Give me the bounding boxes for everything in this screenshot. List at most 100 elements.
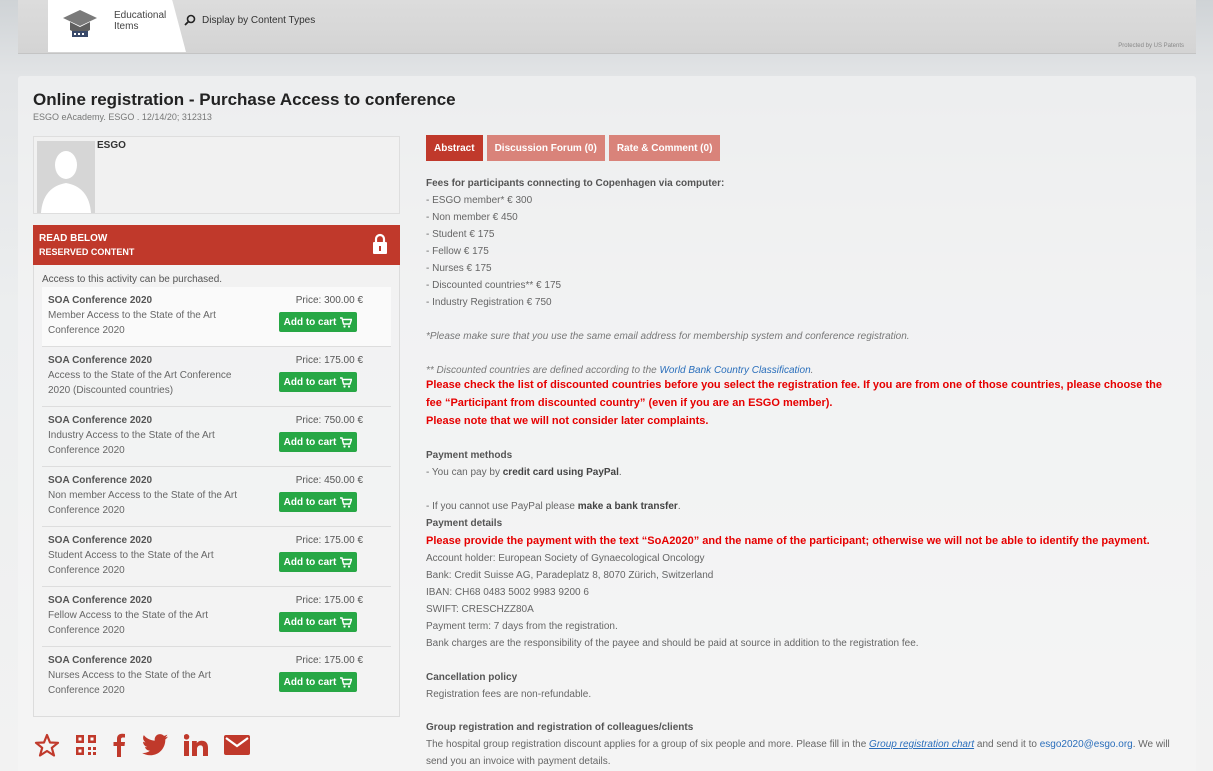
offer-description: Member Access to the State of the Art Co… <box>48 310 216 336</box>
educational-items-tab[interactable]: Educational Items <box>48 0 186 52</box>
offer-item: SOA Conference 2020 Non member Access to… <box>42 467 391 527</box>
add-to-cart-button[interactable]: Add to cart <box>279 672 357 692</box>
paypal-line: - You can pay by credit card using PayPa… <box>426 467 622 478</box>
discount-note: ** Discounted countries are defined acco… <box>426 365 813 376</box>
paypal-bold: credit card using PayPal <box>502 467 619 478</box>
bank-suffix: . <box>677 501 681 512</box>
bank-transfer-line: - If you cannot use PayPal please make a… <box>426 501 681 512</box>
offer-price: Price: 175.00 € <box>295 655 363 666</box>
reserved-content-label: RESERVED CONTENT <box>39 247 135 257</box>
add-to-cart-button[interactable]: Add to cart <box>279 492 357 512</box>
offer-price: Price: 175.00 € <box>295 595 363 606</box>
offer-title: SOA Conference 2020 <box>48 415 153 426</box>
offer-price: Price: 175.00 € <box>295 355 363 366</box>
cart-icon <box>340 616 353 628</box>
offer-title: SOA Conference 2020 <box>48 295 153 306</box>
cart-icon <box>340 556 353 568</box>
bank-address: Bank: Credit Suisse AG, Paradeplatz 8, 8… <box>426 570 714 581</box>
facebook-icon[interactable] <box>112 733 126 757</box>
fee-line: - Non member € 450 <box>426 212 518 223</box>
add-to-cart-label: Add to cart <box>283 676 337 688</box>
purchase-panel: Access to this activity can be purchased… <box>33 265 400 717</box>
top-nav-bar: Educational Items Display by Content Typ… <box>18 0 1196 54</box>
fee-line: - Nurses € 175 <box>426 263 492 274</box>
group-prefix: The hospital group registration discount… <box>426 739 870 750</box>
search-icon <box>184 14 196 26</box>
world-bank-link[interactable]: World Bank Country Classification <box>659 365 810 376</box>
warning-line-3: Please note that we will not consider la… <box>426 415 709 427</box>
offer-description: Nurses Access to the State of the Art Co… <box>48 670 211 696</box>
protected-note: Protected by US Patents <box>1118 43 1184 49</box>
swift: SWIFT: CRESCHZZ80A <box>426 604 534 615</box>
bank-charges: Bank charges are the responsibility of t… <box>426 638 919 649</box>
email-icon[interactable] <box>224 735 250 755</box>
group-heading: Group registration and registration of c… <box>426 722 694 733</box>
discount-note-prefix: ** Discounted countries are defined acco… <box>426 365 660 376</box>
offer-description: Student Access to the State of the Art C… <box>48 550 214 576</box>
offer-description: Fellow Access to the State of the Art Co… <box>48 610 209 636</box>
qr-code-icon[interactable] <box>76 735 96 755</box>
add-to-cart-label: Add to cart <box>283 376 337 388</box>
fee-line: - Student € 175 <box>426 229 495 240</box>
offer-price: Price: 300.00 € <box>295 295 363 306</box>
educational-items-label: Educational Items <box>114 10 167 32</box>
display-label: Display by Content Types <box>202 14 316 26</box>
email-note: *Please make sure that you use the same … <box>426 331 910 342</box>
fee-line: - Industry Registration € 750 <box>426 297 552 308</box>
add-to-cart-label: Add to cart <box>283 436 337 448</box>
fee-line: - Fellow € 175 <box>426 246 489 257</box>
add-to-cart-button[interactable]: Add to cart <box>279 432 357 452</box>
linkedin-icon[interactable] <box>184 734 208 756</box>
warning-line-1: Please check the list of discounted coun… <box>426 379 1162 391</box>
purchase-note: Access to this activity can be purchased… <box>42 274 223 285</box>
display-by-content-types[interactable]: Display by Content Types <box>184 14 315 26</box>
read-below-label: READ BELOW <box>39 233 108 244</box>
offer-description: Industry Access to the State of the Art … <box>48 430 215 456</box>
add-to-cart-label: Add to cart <box>283 496 337 508</box>
paypal-prefix: - You can pay by <box>426 467 503 478</box>
twitter-icon[interactable] <box>142 734 168 756</box>
page-subtitle: ESGO eAcademy. ESGO . 12/14/20; 312313 <box>33 112 212 122</box>
offer-description: Non member Access to the State of the Ar… <box>48 490 237 516</box>
add-to-cart-button[interactable]: Add to cart <box>279 552 357 572</box>
avatar <box>37 141 95 213</box>
bank-prefix: - If you cannot use PayPal please <box>426 501 578 512</box>
offer-title: SOA Conference 2020 <box>48 355 153 366</box>
payment-details-heading: Payment details <box>426 518 503 529</box>
offer-title: SOA Conference 2020 <box>48 535 153 546</box>
share-row <box>34 733 250 757</box>
warning-line-4: Please provide the payment with the text… <box>426 535 1150 547</box>
offer-title: SOA Conference 2020 <box>48 475 153 486</box>
cart-icon <box>340 436 353 448</box>
offer-price: Price: 175.00 € <box>295 535 363 546</box>
group-text-line-2: send you an invoice with payment details… <box>426 756 611 767</box>
offer-price: Price: 750.00 € <box>295 415 363 426</box>
cancellation-text: Registration fees are non-refundable. <box>426 689 592 700</box>
group-email-link[interactable]: esgo2020@esgo.org <box>1040 739 1133 750</box>
group-registration-chart-link[interactable]: Group registration chart <box>869 739 974 750</box>
cart-icon <box>340 496 353 508</box>
tab-abstract[interactable]: Abstract <box>426 135 483 161</box>
graduation-cap-icon <box>63 10 97 37</box>
fee-line: - Discounted countries** € 175 <box>426 280 562 291</box>
group-suffix: . We will <box>1132 739 1170 750</box>
offer-item: SOA Conference 2020 Access to the State … <box>42 347 391 407</box>
add-to-cart-label: Add to cart <box>283 556 337 568</box>
offer-price: Price: 450.00 € <box>295 475 363 486</box>
offer-title: SOA Conference 2020 <box>48 595 153 606</box>
content-tabs: Abstract Discussion Forum (0) Rate & Com… <box>426 135 721 161</box>
add-to-cart-button[interactable]: Add to cart <box>279 312 357 332</box>
offer-list: SOA Conference 2020 Member Access to the… <box>42 287 391 707</box>
cart-icon <box>340 316 353 328</box>
author-box: ESGO <box>33 136 400 214</box>
reserved-content-bar: READ BELOW RESERVED CONTENT <box>33 225 400 265</box>
add-to-cart-label: Add to cart <box>283 316 337 328</box>
account-holder: Account holder: European Society of Gyna… <box>426 553 705 564</box>
star-icon[interactable] <box>34 733 60 757</box>
tab-rate-comment[interactable]: Rate & Comment (0) <box>608 135 721 161</box>
author-name: ESGO <box>97 140 126 151</box>
tab-discussion-forum[interactable]: Discussion Forum (0) <box>486 135 605 161</box>
warning-line-2: fee “Participant from discounted country… <box>426 397 833 409</box>
add-to-cart-button[interactable]: Add to cart <box>279 612 357 632</box>
add-to-cart-button[interactable]: Add to cart <box>279 372 357 392</box>
